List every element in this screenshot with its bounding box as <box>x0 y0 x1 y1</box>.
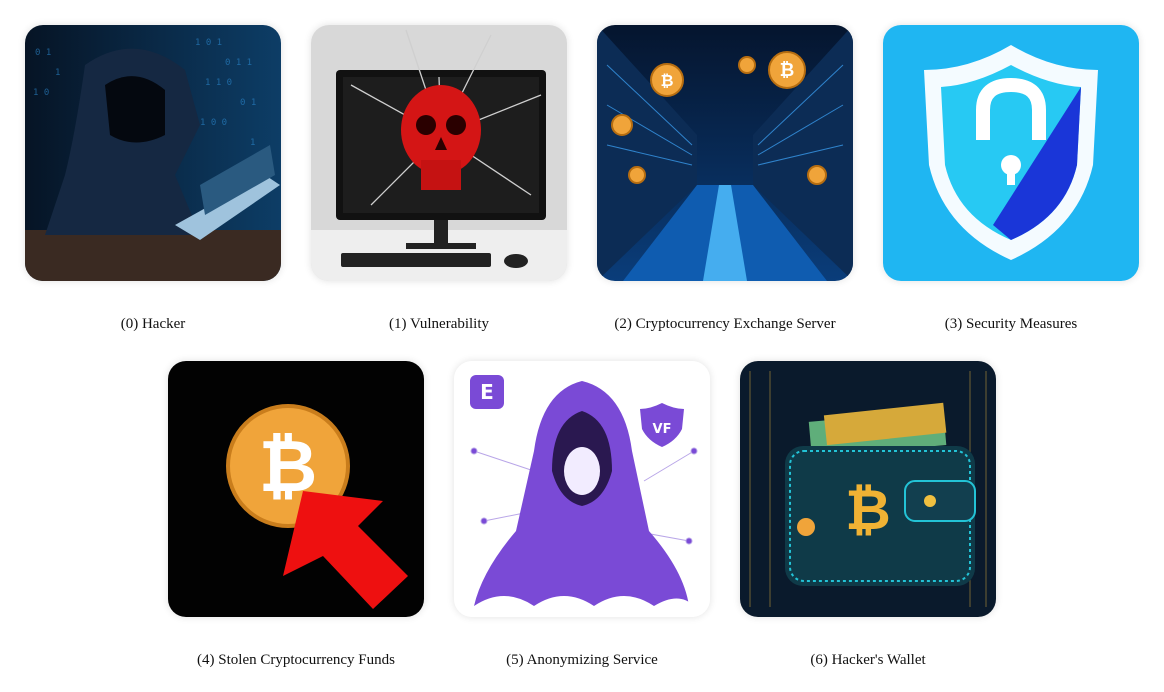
caption-anonymizing-service: (5) Anonymizing Service <box>506 652 658 668</box>
bitcoin-glyph: ₿ <box>845 478 891 543</box>
svg-text:1: 1 <box>55 68 60 78</box>
hackers-wallet-image[interactable]: ₿ <box>740 361 996 617</box>
bitcoin-glyph: ₿ <box>780 60 795 81</box>
caption-hacker: (0) Hacker <box>120 316 186 332</box>
image-card-vulnerability[interactable]: (1) Vulnerability <box>311 25 567 332</box>
svg-text:0 1: 0 1 <box>35 48 51 58</box>
shield-lock-icon <box>883 25 1139 281</box>
server-room-icon: ₿ ₿ <box>597 25 853 281</box>
svg-text:1: 1 <box>250 138 255 148</box>
caption-vulnerability: (1) Vulnerability <box>388 316 490 332</box>
exchange-server-image[interactable]: ₿ ₿ <box>597 25 853 281</box>
bitcoin-wallet-icon: ₿ <box>740 361 996 617</box>
caption-security-measures: (3) Security Measures <box>944 316 1078 332</box>
image-card-hackers-wallet[interactable]: ₿ (6) Hacker's Wallet <box>740 361 996 668</box>
bitcoin-arrow-icon: ₿ <box>168 361 424 617</box>
image-card-anonymizing-service[interactable]: E VF (5) Anonymizing Service <box>454 361 710 668</box>
hacker-image[interactable]: 1 0 10 1 11 1 0 0 11 0 01 0 111 0 <box>25 25 281 281</box>
svg-text:0 1: 0 1 <box>240 98 256 108</box>
svg-text:0 1 1: 0 1 1 <box>225 58 252 68</box>
svg-text:1 0 1: 1 0 1 <box>195 38 222 48</box>
caption-exchange-server: (2) Cryptocurrency Exchange Server <box>614 316 836 332</box>
anonymizing-service-image[interactable]: E VF <box>454 361 710 617</box>
svg-text:E: E <box>480 380 494 404</box>
image-card-exchange-server[interactable]: ₿ ₿ (2) Cryptocurrency Exchange Server <box>597 25 853 332</box>
security-measures-image[interactable] <box>883 25 1139 281</box>
svg-text:1 0 0: 1 0 0 <box>200 118 227 128</box>
stolen-funds-image[interactable]: ₿ <box>168 361 424 617</box>
skull-monitor-icon <box>311 25 567 281</box>
image-card-stolen-funds[interactable]: ₿ (4) Stolen Cryptocurrency Funds <box>168 361 424 668</box>
caption-stolen-funds: (4) Stolen Cryptocurrency Funds <box>197 652 395 668</box>
caption-hackers-wallet: (6) Hacker's Wallet <box>810 652 926 668</box>
hooded-figure-icon: E VF <box>454 361 710 617</box>
image-card-security-measures[interactable]: (3) Security Measures <box>883 25 1139 332</box>
hacker-icon: 1 0 10 1 11 1 0 0 11 0 01 0 111 0 <box>25 25 281 281</box>
svg-text:1 0: 1 0 <box>33 88 49 98</box>
anon-badge-glyph: VF <box>653 422 672 437</box>
svg-text:1 1 0: 1 1 0 <box>205 78 232 88</box>
bitcoin-glyph: ₿ <box>660 71 673 90</box>
image-card-hacker[interactable]: 1 0 10 1 11 1 0 0 11 0 01 0 111 0 (0) Ha… <box>25 25 281 332</box>
vulnerability-image[interactable] <box>311 25 567 281</box>
